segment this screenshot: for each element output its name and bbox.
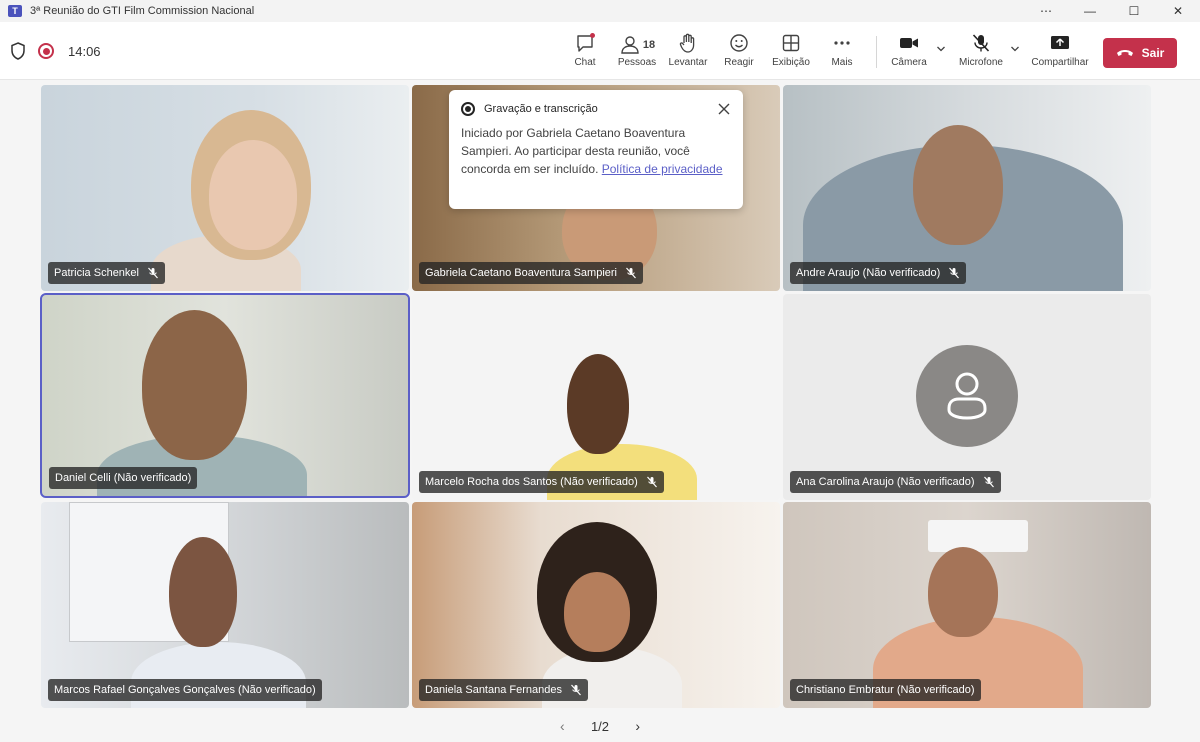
minimize-icon[interactable]: —	[1068, 0, 1112, 22]
person-icon	[947, 372, 987, 420]
privacy-policy-link[interactable]: Política de privacidade	[602, 162, 723, 176]
muted-mic-icon	[646, 476, 657, 488]
close-icon[interactable]	[717, 102, 731, 116]
title-bar: T 3ª Reunião do GTI Film Commission Naci…	[0, 0, 1200, 22]
more-label: Mais	[831, 57, 853, 68]
leave-label: Sair	[1141, 46, 1165, 60]
video-tile[interactable]: Andre Araujo (Não verificado)	[783, 85, 1151, 291]
muted-mic-icon	[571, 684, 581, 696]
participant-name-tag: Daniela Santana Fernandes	[419, 679, 588, 701]
gallery-pager: ‹ 1/2 ›	[560, 716, 640, 736]
popup-title: Gravação e transcrição	[484, 103, 598, 115]
share-button[interactable]: Compartilhar	[1030, 32, 1090, 72]
leave-button[interactable]: Sair	[1103, 38, 1177, 68]
muted-mic-icon	[949, 267, 960, 279]
participant-name-tag: Patricia Schenkel	[48, 262, 165, 284]
microphone-button[interactable]: Microfone	[955, 32, 1007, 72]
more-icon	[834, 41, 850, 45]
view-label: Exibição	[772, 57, 810, 68]
avatar	[916, 345, 1018, 447]
participant-name-tag: Christiano Embratur (Não verificado)	[790, 679, 981, 701]
people-icon	[621, 35, 639, 54]
participant-name-tag: Daniel Celli (Não verificado)	[49, 467, 198, 489]
video-tile-camera-off[interactable]: Ana Carolina Araujo (Não verificado)	[783, 294, 1151, 500]
muted-mic-icon	[626, 267, 636, 279]
raise-hand-label: Levantar	[668, 57, 708, 68]
toolbar-divider	[876, 36, 877, 68]
more-options-icon[interactable]: ⋯	[1024, 0, 1068, 22]
recording-icon	[38, 43, 54, 59]
emoji-icon	[730, 34, 748, 52]
chat-icon	[577, 33, 595, 52]
participant-name-tag: Gabriela Caetano Boaventura Sampieri	[419, 262, 644, 284]
video-tile-active-speaker[interactable]: Daniel Celli (Não verificado)	[40, 293, 410, 498]
microphone-label: Microfone	[959, 57, 1003, 68]
share-screen-icon	[1051, 36, 1069, 49]
close-icon[interactable]: ✕	[1156, 0, 1200, 22]
participant-name-tag: Andre Araujo (Não verificado)	[790, 262, 967, 284]
camera-label: Câmera	[891, 57, 927, 68]
people-count: 18	[642, 38, 656, 51]
shield-icon	[11, 42, 25, 60]
grid-view-icon	[782, 34, 800, 52]
people-label: Pessoas	[617, 57, 657, 68]
participant-name-tag: Marcos Rafael Gonçalves Gonçalves (Não v…	[48, 679, 322, 701]
meeting-toolbar: 14:06 Chat 18 Pessoas Levantar Reagir Ex…	[0, 22, 1200, 80]
react-label: Reagir	[724, 57, 754, 68]
page-indicator: 1/2	[590, 718, 610, 734]
muted-mic-icon	[148, 267, 158, 279]
teams-logo-icon: T	[8, 5, 22, 17]
raise-hand-icon	[679, 33, 695, 53]
view-button[interactable]: Exibição	[770, 32, 812, 72]
microphone-muted-icon	[972, 34, 990, 52]
video-tile[interactable]: Marcelo Rocha dos Santos (Não verificado…	[412, 294, 780, 500]
camera-icon	[900, 38, 918, 48]
recording-notice-popup: Gravação e transcrição Iniciado por Gabr…	[449, 90, 743, 209]
video-tile[interactable]: Marcos Rafael Gonçalves Gonçalves (Não v…	[41, 502, 409, 708]
window-title: 3ª Reunião do GTI Film Commission Nacion…	[30, 5, 255, 17]
chat-button[interactable]: Chat	[572, 32, 598, 72]
participant-name-tag: Ana Carolina Araujo (Não verificado)	[790, 471, 1001, 493]
raise-hand-button[interactable]: Levantar	[667, 32, 709, 72]
chat-label: Chat	[574, 57, 596, 68]
muted-mic-icon	[983, 476, 994, 488]
camera-options-chevron-icon[interactable]	[936, 44, 946, 54]
next-page-icon[interactable]: ›	[635, 718, 640, 734]
camera-button[interactable]: Câmera	[889, 32, 929, 72]
recording-icon	[461, 102, 475, 116]
maximize-icon[interactable]: ☐	[1112, 0, 1156, 22]
people-button[interactable]: 18 Pessoas	[617, 32, 657, 72]
hang-up-icon	[1116, 50, 1133, 56]
video-tile[interactable]: Christiano Embratur (Não verificado)	[783, 502, 1151, 708]
react-button[interactable]: Reagir	[723, 32, 755, 72]
video-tile[interactable]: Patricia Schenkel	[41, 85, 409, 291]
meeting-timer: 14:06	[68, 43, 101, 59]
video-tile[interactable]: Daniela Santana Fernandes	[412, 502, 780, 708]
microphone-options-chevron-icon[interactable]	[1010, 44, 1020, 54]
more-button[interactable]: Mais	[828, 32, 856, 72]
share-label: Compartilhar	[1031, 57, 1089, 68]
participant-name-tag: Marcelo Rocha dos Santos (Não verificado…	[419, 471, 664, 493]
previous-page-icon[interactable]: ‹	[560, 718, 565, 734]
